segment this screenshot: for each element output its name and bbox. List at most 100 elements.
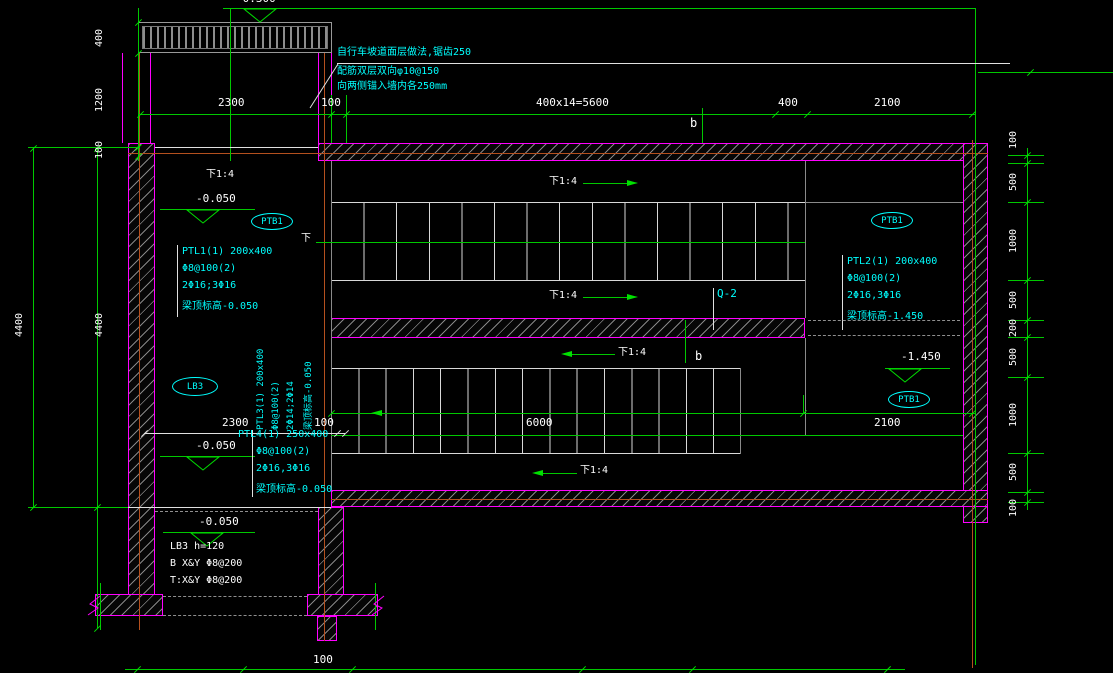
ptb1-tag: PTB1 xyxy=(871,212,913,229)
slope-arrowhead-left xyxy=(532,470,543,476)
slope-label: 下1:4 xyxy=(549,176,578,187)
elevation-triangle xyxy=(887,368,923,383)
dim-right-100: 100 xyxy=(1008,498,1019,518)
elevation-landing: -0.050 xyxy=(196,439,236,452)
dim-inner-2300: 2300 xyxy=(222,416,249,429)
extension-line xyxy=(803,395,804,413)
dim-left-400: 400 xyxy=(94,28,105,48)
ptl3-line3: 2Φ14;2Φ14 xyxy=(286,381,296,430)
top-extension-line xyxy=(223,8,975,9)
ptl2-line1: PTL2(1) 200x400 xyxy=(847,256,938,267)
slope-arrow-shaft xyxy=(543,473,577,474)
opening-edge-line xyxy=(155,147,318,148)
dim-top-400: 400 xyxy=(778,96,798,109)
note-block-rule xyxy=(177,245,178,317)
wall-centerline xyxy=(331,499,988,500)
lower-ramp-treads xyxy=(331,368,740,454)
wall-centerline xyxy=(139,53,140,630)
elevation-right: -1.450 xyxy=(901,350,941,363)
ptl2-line2: Φ8@100(2) xyxy=(847,273,902,284)
inner-lower-wall xyxy=(318,507,344,595)
dim-right-1000: 1000 xyxy=(1008,402,1019,428)
dim-top-100: 100 xyxy=(321,96,341,109)
entry-axis-line xyxy=(230,8,231,161)
slope-label: 下1:4 xyxy=(618,347,647,358)
slab-note-line1: LB3 h=120 xyxy=(170,541,225,552)
left-wall xyxy=(128,143,155,595)
ptl3-line2: Φ8@100(2) xyxy=(271,381,281,430)
hidden-slab-line xyxy=(155,511,318,512)
note-block-rule xyxy=(842,255,843,330)
elevation-triangle xyxy=(242,8,278,23)
left-axis-line xyxy=(97,148,98,628)
slope-arrowhead-left xyxy=(371,410,382,416)
dim-left-100: 100 xyxy=(94,140,105,160)
left-dim-tick-line xyxy=(28,147,140,148)
break-mark xyxy=(87,595,101,616)
grille-slats xyxy=(142,26,328,49)
wall-centerline xyxy=(128,153,988,154)
dim-left-1200: 1200 xyxy=(94,87,105,113)
cad-drawing-canvas: PTB1 PTB1 PTB1 LB3 自行车坡道面层做法,锯齿250 配筋双层双… xyxy=(0,0,1113,673)
dim-inner-6000: 6000 xyxy=(526,416,553,429)
elevation-top: -0.300 xyxy=(236,0,276,6)
dim-top-2300: 2300 xyxy=(218,96,245,109)
lower-ramp-center-line xyxy=(331,435,963,436)
ptl4-line4: 梁顶标高-0.050 xyxy=(256,484,333,495)
dim-right-500: 500 xyxy=(1008,172,1019,192)
top-wall xyxy=(318,143,988,161)
ptl1-line2: Φ8@100(2) xyxy=(182,263,237,274)
slope-label: 下1:4 xyxy=(206,169,235,180)
left-outer-dim-line xyxy=(33,148,34,508)
slab-note-line3: T:X&Y Φ8@200 xyxy=(170,575,243,586)
slope-arrow-shaft xyxy=(572,354,615,355)
slope-label: 下1:4 xyxy=(549,290,578,301)
ptl1-line4: 梁顶标高-0.050 xyxy=(182,301,259,312)
left-dim-tick-line xyxy=(28,507,140,508)
hidden-wall-line xyxy=(808,335,960,336)
hidden-footing-line xyxy=(163,596,307,597)
ptl2-line3: 2Φ16,3Φ16 xyxy=(847,290,902,301)
ptb1-tag: PTB1 xyxy=(251,213,293,230)
hidden-footing-line xyxy=(163,615,307,616)
ptl3-line1: PTL3(1) 200x400 xyxy=(256,348,266,430)
landing-floor-edge xyxy=(805,202,963,203)
dim-bottom-100: 100 xyxy=(313,653,333,666)
right-axis-line xyxy=(975,8,976,665)
slope-arrowhead-left xyxy=(561,351,572,357)
wall-centerline xyxy=(972,140,973,668)
lower-dimension-line xyxy=(331,413,975,414)
right-top-dim-line xyxy=(978,72,1113,73)
leader-underline xyxy=(337,63,1010,64)
lb3-tag: LB3 xyxy=(172,377,218,396)
landing-floor-line xyxy=(128,507,331,508)
elevation-entry: -0.050 xyxy=(196,192,236,205)
left-dimension-line xyxy=(138,8,139,161)
dim-top-2100: 2100 xyxy=(874,96,901,109)
q2-leader-line xyxy=(713,288,714,330)
wall-centerline xyxy=(324,53,325,641)
ramp-note-line3: 向两侧锚入墙内各250mm xyxy=(337,81,448,92)
section-b-line xyxy=(685,320,686,363)
q2-label: Q-2 xyxy=(717,287,737,300)
ramp-note-line2: 配筋双层双向φ10@150 xyxy=(337,66,440,77)
extension-line xyxy=(346,95,347,143)
ptl4-line3: 2Φ16,3Φ16 xyxy=(256,463,311,474)
slope-arrowhead-right xyxy=(627,180,638,186)
dim-right-100: 100 xyxy=(1008,130,1019,150)
beam-note-ptl4: PTL4(1) 250x400 Φ8@100(2) 2Φ16,3Φ16 梁顶标高… xyxy=(238,429,333,497)
elevation-triangle xyxy=(185,209,221,224)
beam-note-ptl2: PTL2(1) 200x400 Φ8@100(2) 2Φ16,3Φ16 梁顶标高… xyxy=(847,256,937,324)
down-label: 下 xyxy=(301,233,311,244)
slab-note-line2: B X&Y Φ8@200 xyxy=(170,558,243,569)
ramp-edge-line xyxy=(805,161,806,318)
section-b-line xyxy=(702,108,703,143)
ramp-edge-line xyxy=(805,338,806,436)
ptl4-line1: PTL4(1) 250x400 xyxy=(238,429,329,440)
ptl2-line4: 梁顶标高-1.450 xyxy=(847,311,924,322)
dim-inner-100: 100 xyxy=(314,416,334,429)
section-b-label: b xyxy=(695,349,703,363)
dim-right-500: 500 xyxy=(1008,462,1019,482)
ramp-center-line xyxy=(316,242,805,243)
section-b-label: b xyxy=(690,116,698,130)
